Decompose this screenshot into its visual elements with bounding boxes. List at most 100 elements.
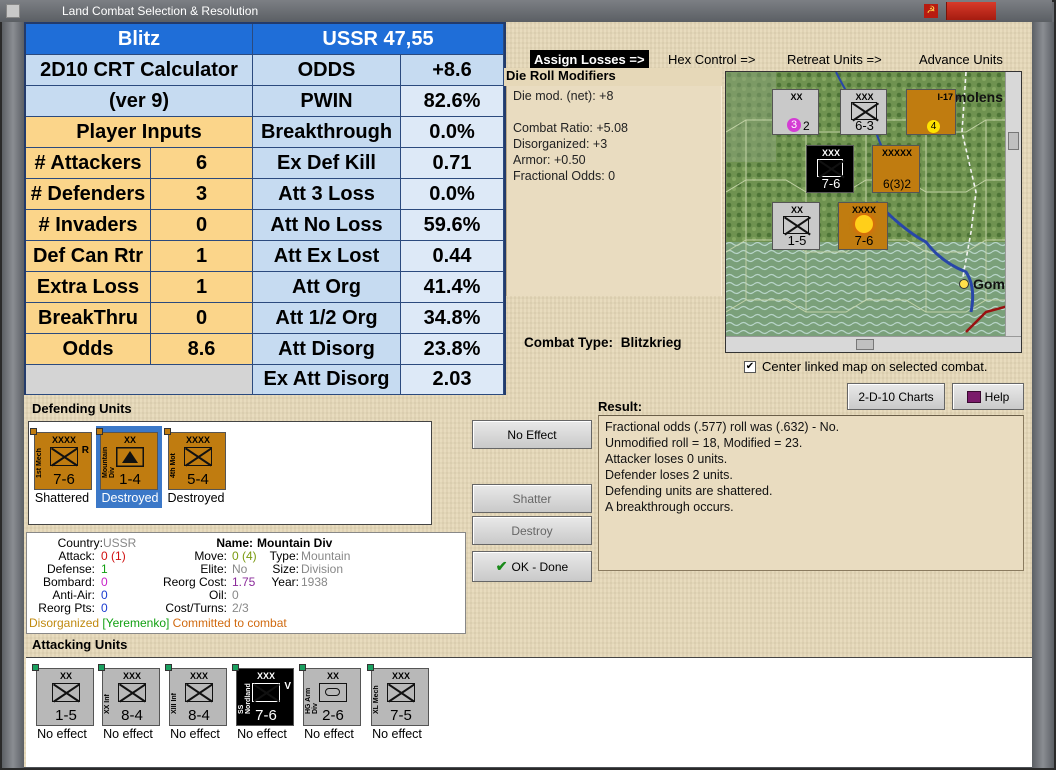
attacker-counter[interactable]: XXX XL Mech 7-5	[367, 664, 429, 726]
modifier-line: Fractional Odds: 0	[513, 169, 616, 183]
attacking-units-label: Attacking Units	[32, 637, 128, 652]
modifier-line: Disorganized: +3	[513, 137, 608, 151]
modifier-line: Combat Ratio: +5.08	[513, 121, 628, 135]
mountain-unit-icon	[116, 447, 144, 467]
attacker-counter[interactable]: XXX SS Nordland V 7-6	[232, 664, 294, 726]
combat-type: Combat Type: Blitzkrieg	[524, 335, 682, 350]
defending-units-label: Defending Units	[32, 401, 132, 416]
charts-button[interactable]: 2-D-10 Charts	[847, 383, 945, 410]
help-button-label: Help	[984, 389, 1010, 404]
armor-unit-icon	[319, 683, 347, 702]
input-label: Odds	[26, 334, 151, 365]
assign-losses-step[interactable]: Assign Losses =>	[530, 50, 649, 68]
defender-counter[interactable]: XXXX 1st Mech R 7-6	[30, 428, 92, 490]
reorg-cost-value: 1.75	[232, 575, 256, 589]
result-line: Defending units are shattered.	[605, 484, 773, 498]
map-counter[interactable]: XXXXX 6(3)2	[872, 145, 920, 193]
result-label: PWIN	[253, 86, 401, 117]
result-line: Attacker loses 0 units.	[605, 452, 728, 466]
country-value: USSR	[103, 536, 137, 550]
checkbox-checked-icon[interactable]: ✔	[744, 360, 756, 373]
defender-status: Destroyed	[167, 491, 225, 505]
destroy-button[interactable]: Destroy	[472, 516, 592, 545]
result-value: 41.4%	[401, 272, 504, 303]
map-horizontal-scrollbar[interactable]	[726, 336, 1021, 352]
no-effect-button[interactable]: No Effect	[472, 420, 592, 449]
attacker-status: No effect	[237, 727, 287, 741]
result-label: Att 3 Loss	[253, 179, 401, 210]
modifier-line: Armor: +0.50	[513, 153, 586, 167]
ok-done-button[interactable]: ✔ OK - Done	[472, 551, 592, 582]
input-label: # Attackers	[26, 148, 151, 179]
defender-counter[interactable]: XXXX 4th Mot 5-4	[164, 428, 226, 490]
linked-mini-map[interactable]: molens Gom XX 3 2 XXX 6-3 I-17 4 XXX 7-6…	[725, 71, 1022, 353]
ussr-header: USSR 47,55	[253, 24, 504, 55]
input-label: BreakThru	[26, 303, 151, 334]
blitz-header: Blitz	[26, 24, 253, 55]
elite-value: No	[232, 562, 248, 576]
advance-units-step[interactable]: Advance Units	[915, 50, 1007, 68]
window-title: Land Combat Selection & Resolution	[62, 4, 259, 18]
attacker-counter[interactable]: XX HG Arm Div 2-6	[299, 664, 361, 726]
result-line: Defender loses 2 units.	[605, 468, 733, 482]
map-counter[interactable]: XXX 6-3	[840, 89, 887, 135]
result-line: Fractional odds (.577) roll was (.632) -…	[605, 420, 840, 434]
attack-value: 0 (1)	[101, 549, 126, 563]
unit-name-value: Mountain Div	[257, 536, 333, 550]
reorg-pts-value: 0	[101, 601, 108, 615]
result-label: Breakthrough	[253, 117, 401, 148]
map-label-gomel: Gom	[973, 276, 1005, 292]
map-counter-mark: 3	[787, 118, 801, 132]
center-map-label: Center linked map on selected combat.	[762, 359, 988, 374]
attacker-status: No effect	[170, 727, 220, 741]
result-label: Att 1/2 Org	[253, 303, 401, 334]
map-counter[interactable]: I-17 4	[906, 89, 956, 135]
modifier-line: Die mod. (net): +8	[513, 89, 614, 103]
map-vertical-scrollbar[interactable]	[1005, 72, 1021, 338]
result-line: A breakthrough occurs.	[605, 500, 734, 514]
result-value: 34.8%	[401, 303, 504, 334]
close-button[interactable]	[946, 2, 996, 20]
calc-version: (ver 9)	[26, 86, 253, 117]
hex-control-step[interactable]: Hex Control =>	[664, 50, 759, 68]
input-label: # Invaders	[26, 210, 151, 241]
input-value: 1	[151, 241, 253, 272]
result-value: +8.6	[401, 55, 504, 86]
map-counter-selected[interactable]: XXX 7-6	[806, 145, 854, 193]
combat-type-label: Combat Type:	[524, 335, 614, 350]
ok-done-label: OK - Done	[511, 559, 569, 574]
app-icon[interactable]	[6, 4, 20, 18]
result-value: 0.0%	[401, 117, 504, 148]
result-line: Unmodified roll = 18, Modified = 23.	[605, 436, 803, 450]
checkmark-icon: ✔	[495, 558, 508, 574]
retreat-units-step[interactable]: Retreat Units =>	[783, 50, 886, 68]
unit-status-line: Disorganized [Yeremenko] Committed to co…	[29, 616, 287, 630]
antiair-value: 0	[101, 588, 108, 602]
size-value: Division	[301, 562, 344, 576]
map-counter[interactable]: XX 3 2	[772, 89, 819, 135]
empty-cell	[26, 365, 253, 395]
input-label: Extra Loss	[26, 272, 151, 303]
result-value: 2.03	[401, 365, 504, 395]
result-value: 0.0%	[401, 179, 504, 210]
attacker-counter[interactable]: XX 1-5	[32, 664, 94, 726]
combat-type-value: Blitzkrieg	[620, 335, 682, 350]
title-bar: Land Combat Selection & Resolution ☭	[0, 0, 1052, 22]
map-counter[interactable]: XX 1-5	[772, 202, 820, 250]
input-value: 0	[151, 303, 253, 334]
map-label-smolensk: molens	[954, 89, 1004, 105]
shatter-button[interactable]: Shatter	[472, 484, 592, 513]
result-label: Att No Loss	[253, 210, 401, 241]
die-roll-modifiers-panel: Die Roll Modifiers Die mod. (net): +8 Co…	[504, 68, 722, 296]
center-map-checkbox[interactable]: ✔ Center linked map on selected combat.	[744, 359, 987, 374]
attacker-status: No effect	[304, 727, 354, 741]
combat-explosion-icon	[855, 215, 873, 233]
result-value: 59.6%	[401, 210, 504, 241]
help-button[interactable]: Help	[952, 383, 1024, 410]
year-value: 1938	[301, 575, 328, 589]
result-label: Att Ex Lost	[253, 241, 401, 272]
defender-counter-selected[interactable]: XX Mountain Div 1-4	[96, 428, 158, 490]
attacker-counter[interactable]: XXX XX Inf 8-4	[98, 664, 160, 726]
attacker-counter[interactable]: XXX XIII Inf 8-4	[165, 664, 227, 726]
map-counter-combat[interactable]: XXXX 7-6	[838, 202, 888, 250]
